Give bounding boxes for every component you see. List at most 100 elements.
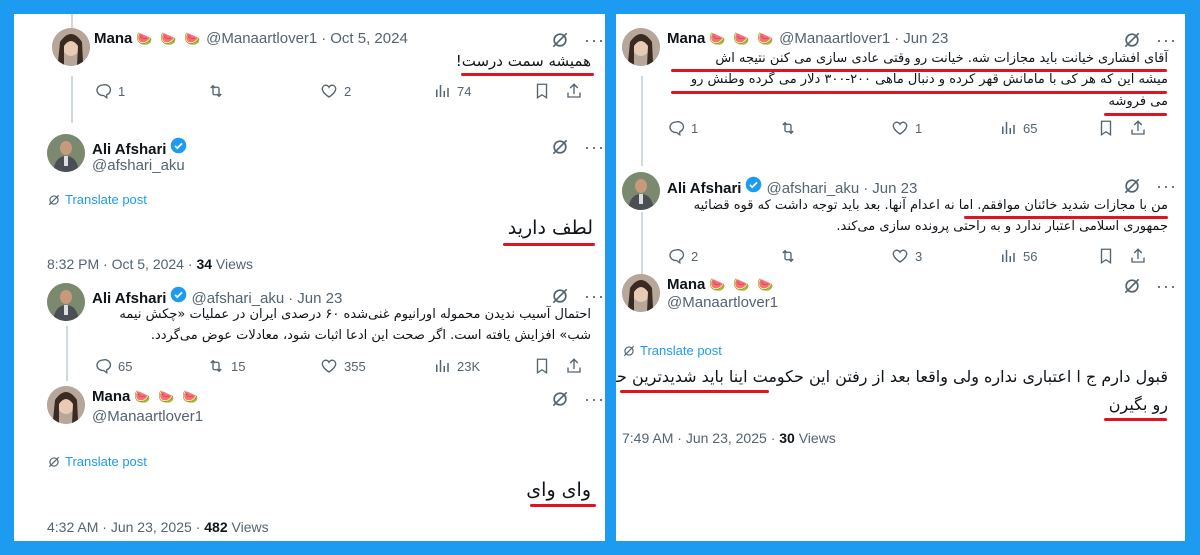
avatar[interactable] [622, 172, 660, 210]
separator: · [102, 519, 107, 535]
translate-post-link[interactable]: Translate post [47, 454, 147, 469]
grok-icon[interactable] [1122, 30, 1142, 50]
tweet-mana-1[interactable]: Mana 🍉 🍉 🍉 @Manaartlover1 · Oct 5, 2024 … [14, 14, 605, 119]
reply-count: 1 [118, 83, 126, 99]
more-icon[interactable]: ··· [584, 287, 605, 305]
more-icon[interactable]: ··· [584, 31, 605, 49]
post-date[interactable]: Jun 23 [903, 30, 948, 47]
avatar[interactable] [47, 283, 85, 321]
author-name[interactable]: Mana [94, 30, 132, 47]
grok-icon[interactable] [550, 30, 570, 50]
reply-button[interactable]: 65 [94, 357, 207, 375]
tweet-mana-focused[interactable]: Mana 🍉 🍉 🍉 @Manaartlover1 ··· Translate … [616, 272, 1185, 541]
avatar[interactable] [622, 274, 660, 312]
name-emoji: 🍉 🍉 🍉 [134, 389, 201, 404]
views-button[interactable]: 74 [433, 82, 533, 100]
thread-connector [66, 326, 68, 381]
more-icon[interactable]: ··· [1156, 177, 1177, 195]
translate-icon [48, 456, 60, 467]
repost-button[interactable] [779, 247, 891, 265]
translate-label[interactable]: Translate post [640, 343, 722, 358]
left-screenshot-panel: Mana 🍉 🍉 🍉 @Manaartlover1 · Oct 5, 2024 … [14, 14, 605, 541]
grok-icon[interactable] [550, 137, 570, 157]
grok-icon[interactable] [1122, 176, 1142, 196]
grok-icon[interactable] [550, 389, 570, 409]
avatar[interactable] [47, 386, 85, 424]
repost-button[interactable]: 15 [207, 357, 320, 375]
author-handle[interactable]: @Manaartlover1 [779, 30, 890, 47]
repost-button[interactable] [779, 119, 891, 137]
views-button[interactable]: 23K [433, 357, 533, 375]
tweet-ali-reply[interactable]: Ali Afshari @afshari_aku · Jun 23 ··· اح… [14, 267, 605, 377]
name-emoji: 🍉 🍉 🍉 [709, 277, 776, 292]
post-time[interactable]: 7:49 AM [622, 430, 673, 446]
like-button[interactable]: 2 [320, 82, 433, 100]
translate-label[interactable]: Translate post [65, 192, 147, 207]
reply-icon [96, 359, 112, 375]
post-date[interactable]: Jun 23 [297, 290, 342, 307]
tweet-text: همیشه سمت درست! [455, 52, 591, 70]
highlight-underline [671, 91, 1167, 94]
author-name[interactable]: Ali Afshari [667, 180, 741, 197]
author-handle[interactable]: @Manaartlover1 [667, 294, 778, 311]
avatar[interactable] [622, 28, 660, 66]
reply-button[interactable]: 2 [667, 247, 779, 265]
repost-button[interactable] [207, 82, 320, 100]
translate-post-link[interactable]: Translate post [622, 343, 722, 358]
right-screenshot-panel: Mana 🍉 🍉 🍉 @Manaartlover1 · Jun 23 ··· آ… [616, 14, 1185, 541]
avatar[interactable] [52, 28, 90, 66]
post-date[interactable]: Oct 5, 2024 [330, 30, 408, 47]
like-icon [321, 359, 337, 373]
more-icon[interactable]: ··· [1156, 277, 1177, 295]
tweet-ali-reply[interactable]: Ali Afshari @afshari_aku · Jun 23 ··· من… [616, 154, 1185, 274]
bookmark-icon[interactable] [533, 357, 551, 375]
like-button[interactable]: 355 [320, 357, 433, 375]
post-date[interactable]: Jun 23, 2025 [111, 519, 192, 535]
post-date[interactable]: Jun 23, 2025 [686, 430, 767, 446]
like-count: 355 [344, 358, 366, 374]
translate-label[interactable]: Translate post [65, 454, 147, 469]
share-icon[interactable] [1129, 119, 1147, 137]
author-name[interactable]: Ali Afshari [92, 290, 166, 307]
highlight-underline [530, 504, 596, 507]
more-icon[interactable]: ··· [584, 138, 605, 156]
share-icon[interactable] [565, 82, 583, 100]
author-name[interactable]: Mana [667, 30, 705, 47]
like-button[interactable]: 1 [891, 119, 999, 137]
author-handle[interactable]: @afshari_aku [92, 157, 185, 174]
author-handle[interactable]: @afshari_aku [766, 180, 859, 197]
bookmark-icon[interactable] [1097, 119, 1115, 137]
reply-button[interactable]: 1 [667, 119, 779, 137]
translate-post-link[interactable]: Translate post [47, 192, 147, 207]
separator: · [770, 430, 776, 446]
post-time[interactable]: 4:32 AM [47, 519, 98, 535]
tweet-mana-reply[interactable]: Mana 🍉 🍉 🍉 @Manaartlover1 ··· Translate … [14, 376, 605, 541]
more-icon[interactable]: ··· [584, 390, 605, 408]
bookmark-icon[interactable] [533, 82, 551, 100]
author-name[interactable]: Mana [92, 388, 130, 405]
grok-icon[interactable] [1122, 276, 1142, 296]
tweet-mana-1[interactable]: Mana 🍉 🍉 🍉 @Manaartlover1 · Jun 23 ··· آ… [616, 14, 1185, 154]
tweet-ali-focused[interactable]: Ali Afshari @afshari_aku ··· Translate p… [14, 119, 605, 279]
views-label: Views [231, 519, 269, 535]
reply-icon [669, 121, 685, 137]
author-handle[interactable]: @Manaartlover1 [206, 30, 317, 47]
author-name[interactable]: Ali Afshari [92, 141, 166, 158]
share-icon[interactable] [565, 357, 583, 375]
post-date[interactable]: Jun 23 [872, 180, 917, 197]
share-icon[interactable] [1129, 247, 1147, 265]
tweet-text-line: احتمال آسیب ندیدن محموله اورانیوم غنی‌شد… [119, 307, 591, 322]
grok-icon[interactable] [550, 286, 570, 306]
like-button[interactable]: 3 [891, 247, 999, 265]
more-icon[interactable]: ··· [1156, 31, 1177, 49]
views-button[interactable]: 56 [999, 247, 1097, 265]
repost-icon [210, 359, 222, 373]
separator: · [321, 30, 327, 47]
author-handle[interactable]: @Manaartlover1 [92, 408, 203, 425]
reply-button[interactable]: 1 [94, 82, 207, 100]
views-button[interactable]: 65 [999, 119, 1097, 137]
author-name[interactable]: Mana [667, 276, 705, 293]
bookmark-icon[interactable] [1097, 247, 1115, 265]
avatar[interactable] [47, 134, 85, 172]
author-handle[interactable]: @afshari_aku [191, 290, 284, 307]
